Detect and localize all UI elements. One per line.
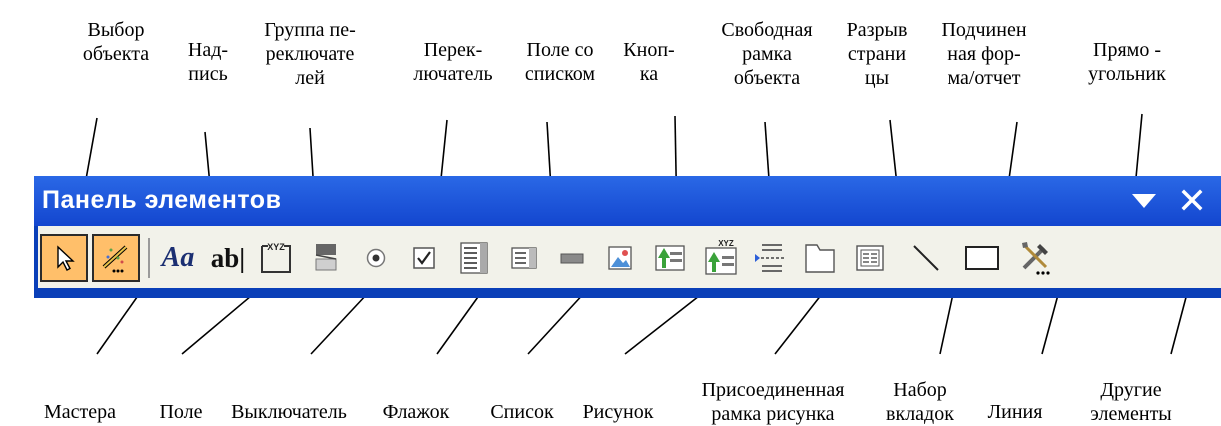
arrow-pointer-icon [57, 245, 75, 271]
caption-command-button: Кноп- ка [623, 39, 675, 85]
toolbox-controls: Aa ab| XYZ XYZ [38, 226, 1221, 288]
textbox-ab-icon: ab| [210, 242, 246, 273]
more-controls-tool[interactable] [1012, 234, 1060, 282]
list-box-icon [511, 247, 537, 269]
control-wizards-button[interactable] [92, 234, 140, 282]
bound-frame-icon: XYZ [705, 239, 737, 275]
bound-object-frame-tool[interactable]: XYZ [698, 234, 746, 282]
caption-label: Над- пись [187, 39, 229, 85]
toolbox-titlebar[interactable]: Панель элементов [34, 176, 1221, 226]
leader-line [96, 289, 143, 355]
caption-toggle-button: Выключатель [231, 401, 347, 423]
magic-wand-icon [102, 245, 128, 273]
tab-control-tool[interactable] [796, 234, 844, 282]
toggle-button-icon [315, 244, 337, 271]
caption-more-controls: Другие элементы [1090, 379, 1172, 425]
radio-button-icon [366, 248, 386, 268]
caption-image: Рисунок [582, 401, 654, 423]
close-icon [1181, 189, 1203, 211]
caption-combo-box: Поле со списком [524, 39, 596, 85]
option-button-tool[interactable] [352, 234, 400, 282]
page-break-icon [755, 244, 784, 272]
combo-box-icon [460, 242, 488, 274]
checkbox-icon [413, 247, 435, 269]
command-button-tool[interactable] [548, 234, 596, 282]
command-button-icon [560, 253, 584, 264]
line-tool[interactable] [902, 234, 950, 282]
unbound-object-frame-tool[interactable] [646, 234, 694, 282]
subform-icon [856, 245, 884, 271]
caption-check-box: Флажок [382, 401, 450, 423]
caption-select-objects: Выбор объекта [82, 19, 150, 65]
caption-rectangle: Прямо - угольник [1088, 39, 1166, 85]
close-button[interactable] [1174, 182, 1210, 218]
caption-option-group: Группа пе- реключате лей [264, 19, 356, 89]
unbound-frame-icon [655, 245, 685, 271]
rectangle-icon [965, 246, 999, 270]
check-box-tool[interactable] [400, 234, 448, 282]
option-group-icon-text: XYZ [267, 242, 285, 252]
label-aa-icon: Aa [161, 242, 195, 273]
toolbox-window: Панель элементов Aa ab| XYZ XYZ [34, 176, 1221, 298]
toggle-button-tool[interactable] [302, 234, 350, 282]
toolbox-title: Панель элементов [42, 186, 282, 214]
select-objects-button[interactable] [40, 234, 88, 282]
label-button[interactable]: Aa [154, 234, 202, 282]
option-group-icon: XYZ [261, 242, 291, 273]
caption-line: Линия [987, 401, 1043, 423]
tools-icon [1022, 242, 1050, 275]
bound-frame-icon-text: XYZ [718, 239, 734, 248]
list-box-tool[interactable] [500, 234, 548, 282]
caption-unbound-object-frame: Свободная рамка объекта [721, 19, 813, 89]
caption-text-box: Поле [159, 401, 203, 423]
toolbar-separator [148, 238, 150, 278]
toolbar-options-button[interactable] [1126, 182, 1162, 218]
page-break-tool[interactable] [746, 234, 794, 282]
caption-subform: Подчинен ная фор- ма/отчет [941, 19, 1027, 89]
line-icon [913, 245, 939, 271]
caption-option-button: Перек- лючатель [413, 39, 493, 85]
triangle-down-icon [1132, 194, 1156, 208]
rectangle-tool[interactable] [958, 234, 1006, 282]
subform-subreport-tool[interactable] [846, 234, 894, 282]
image-icon [608, 246, 632, 270]
caption-wizards: Мастера [43, 401, 117, 423]
option-group-button[interactable]: XYZ [252, 234, 300, 282]
image-tool[interactable] [596, 234, 644, 282]
text-box-button[interactable]: ab| [204, 234, 252, 282]
caption-list-box: Список [490, 401, 554, 423]
combo-box-tool[interactable] [450, 234, 498, 282]
caption-page-break: Разрыв страни цы [846, 19, 908, 89]
caption-tab-control: Набор вкладок [886, 379, 954, 425]
tab-control-icon [805, 244, 835, 273]
caption-bound-object-frame: Присоединенная рамка рисунка [701, 379, 845, 425]
